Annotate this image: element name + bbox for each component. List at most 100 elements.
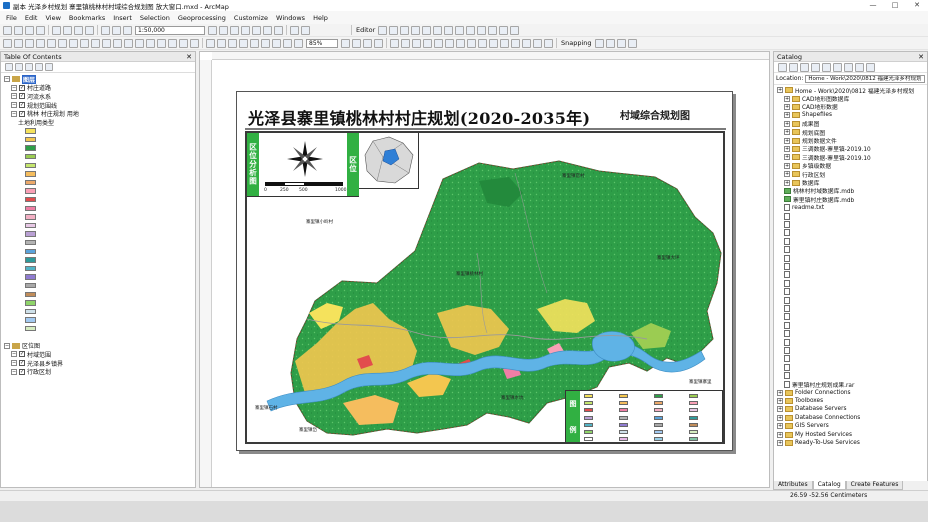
editor-menu[interactable]: Editor (356, 26, 375, 34)
create-viewer-window-icon[interactable] (190, 38, 199, 48)
forward-extent-icon[interactable] (80, 38, 89, 48)
catalog-item[interactable] (784, 296, 792, 304)
menu-windows[interactable]: Windows (272, 14, 309, 22)
expand-toggle-icon[interactable]: + (777, 423, 783, 430)
layer-visibility-checkbox[interactable]: ✓ (19, 351, 25, 358)
expand-toggle-icon[interactable]: + (784, 154, 790, 161)
layout-fixed-zoom-in-icon[interactable] (261, 38, 270, 48)
point-snapping-icon[interactable] (594, 38, 604, 48)
cut-icon[interactable] (52, 25, 61, 35)
expand-toggle-icon[interactable]: − (11, 84, 17, 91)
north-arrow-scalebar-box[interactable]: 区位分析图 区位 0 250 500 1000 (247, 133, 359, 197)
tab-attributes[interactable]: Attributes (773, 481, 813, 490)
fill-color-icon[interactable] (489, 38, 498, 48)
expand-toggle-icon[interactable]: + (784, 120, 790, 127)
full-extent-icon[interactable] (36, 38, 45, 48)
disconnect-folder-icon[interactable] (833, 62, 842, 72)
close-panel-icon[interactable]: ✕ (186, 52, 192, 62)
toc-layer-row[interactable]: − ✓ 规划范围线 (11, 101, 57, 110)
catalog-item[interactable]: 寨里镇村庄数据库.mdb (784, 195, 854, 204)
layout-page[interactable]: 光泽县寨里镇桃林村村庄规划(2020-2035年) 村域综合规划图 区位分析图 … (236, 91, 733, 451)
time-slider-icon[interactable] (179, 38, 188, 48)
trace-icon[interactable] (411, 25, 421, 35)
catalog-item[interactable]: + 乡镇级数据 (784, 162, 831, 170)
catalog-item[interactable] (784, 237, 792, 245)
delete-icon[interactable] (85, 25, 94, 35)
catalog-item[interactable] (784, 279, 792, 287)
save-icon[interactable] (25, 25, 34, 35)
catalog-item[interactable]: + 三调数据-寨里镇-2019.10 (784, 153, 871, 162)
back-extent-icon[interactable] (69, 38, 78, 48)
catalog-item[interactable]: + Folder Connections (777, 388, 851, 396)
catalog-item[interactable] (784, 271, 792, 279)
toc-layer-row[interactable]: − ✓ 光泽县乡镇界 (11, 359, 63, 368)
font-color-icon[interactable] (511, 38, 520, 48)
maximize-icon[interactable]: □ (884, 0, 906, 11)
layer-visibility-checkbox[interactable]: ✓ (19, 84, 25, 91)
catalog-item[interactable]: + CAD地形图数据库 (784, 94, 849, 103)
model-builder-icon[interactable] (274, 25, 283, 35)
close-panel-icon[interactable]: ✕ (918, 52, 924, 62)
expand-toggle-icon[interactable]: + (784, 162, 790, 169)
close-icon[interactable]: ✕ (906, 0, 928, 11)
catalog-item[interactable]: + 成果图 (784, 120, 819, 128)
expand-toggle-icon[interactable]: + (784, 129, 790, 136)
catalog-item[interactable]: + Home - Work\2020\0812 福建光泽乡村规划 (777, 86, 914, 95)
catalog-item[interactable]: + Shapefiles (784, 111, 832, 119)
table-of-contents-icon[interactable] (219, 25, 228, 35)
layout-zoom-combo[interactable]: 85% (306, 38, 338, 48)
expand-toggle-icon[interactable]: + (784, 145, 790, 152)
menu-bookmarks[interactable]: Bookmarks (65, 14, 109, 22)
tab-catalog[interactable]: Catalog (812, 481, 846, 490)
expand-toggle-icon[interactable]: + (777, 87, 783, 94)
expand-toggle-icon[interactable]: + (784, 112, 790, 119)
add-data-icon[interactable] (123, 25, 132, 35)
catalog-item[interactable]: + 规划底图 (784, 128, 825, 137)
catalog-item[interactable] (784, 246, 792, 254)
zoom-whole-page-icon[interactable] (239, 38, 248, 48)
expand-toggle-icon[interactable]: − (11, 110, 17, 117)
zoom-out-icon[interactable] (14, 38, 23, 48)
reshape-icon[interactable] (444, 25, 454, 35)
catalog-item[interactable] (784, 330, 792, 338)
rotate-icon[interactable] (477, 25, 487, 35)
catalog-item[interactable] (784, 355, 792, 363)
zoom-in-icon[interactable] (3, 38, 12, 48)
edit-tool-icon[interactable] (378, 25, 388, 35)
layout-canvas[interactable]: 光泽县寨里镇桃林村村庄规划(2020-2035年) 村域综合规划图 区位分析图 … (212, 60, 769, 487)
layout-forward-icon[interactable] (294, 38, 303, 48)
straight-segment-icon[interactable] (400, 25, 410, 35)
catalog-item[interactable]: + Ready-To-Use Services (777, 439, 860, 447)
arctoolbox-icon[interactable] (252, 25, 261, 35)
expand-toggle-icon[interactable]: + (784, 103, 790, 110)
expand-toggle-icon[interactable]: − (11, 102, 17, 109)
new-document-icon[interactable] (3, 25, 12, 35)
expand-toggle-icon[interactable]: + (777, 397, 783, 404)
search-window-icon[interactable] (241, 25, 250, 35)
draw-line-icon[interactable] (412, 38, 421, 48)
map-title[interactable]: 光泽县寨里镇桃林村村庄规划(2020-2035年) (248, 105, 590, 129)
expand-toggle-icon[interactable]: − (11, 368, 17, 375)
catalog-item[interactable] (784, 338, 792, 346)
toc-options-icon[interactable] (45, 63, 53, 71)
fixed-zoom-out-icon[interactable] (58, 38, 67, 48)
align-icon[interactable] (533, 38, 542, 48)
attributes-icon[interactable] (488, 25, 498, 35)
create-features-icon[interactable] (510, 25, 520, 35)
menu-customize[interactable]: Customize (230, 14, 272, 22)
catalog-item[interactable] (784, 229, 792, 237)
catalog-item[interactable]: readme.txt (784, 204, 824, 212)
layer-visibility-checkbox[interactable]: ✓ (19, 368, 25, 375)
catalog-item[interactable] (784, 363, 792, 371)
data-view-icon[interactable] (301, 25, 310, 35)
measure-icon[interactable] (146, 38, 155, 48)
tab-create-features[interactable]: Create Features (845, 481, 904, 490)
expand-toggle-icon[interactable]: + (777, 389, 783, 396)
edit-annotation-icon[interactable] (389, 25, 399, 35)
expand-toggle-icon[interactable]: + (784, 95, 790, 102)
forward-icon[interactable] (789, 62, 798, 72)
identify-icon[interactable] (124, 38, 133, 48)
catalog-item[interactable]: 寨里镇村庄规划成果.rar (784, 380, 854, 389)
list-by-drawing-order-icon[interactable] (5, 63, 13, 71)
layout-zoom-out-icon[interactable] (217, 38, 226, 48)
